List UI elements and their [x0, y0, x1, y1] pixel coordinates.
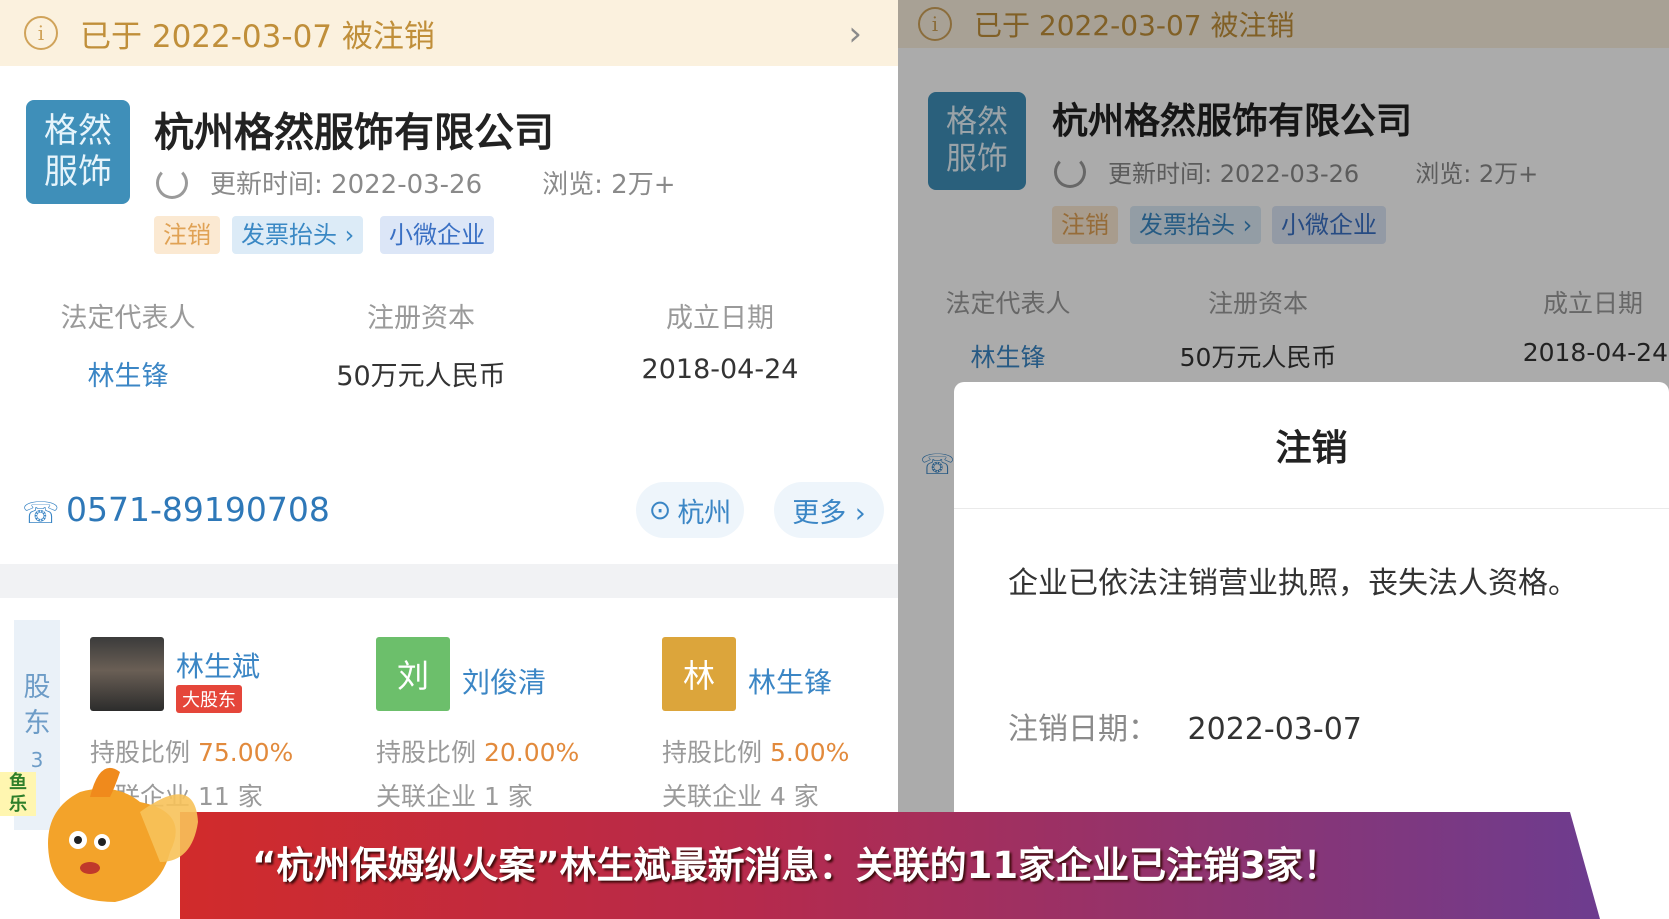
channel-logo: 鱼 乐 [0, 772, 36, 816]
founded-value: 2018-04-24 [641, 354, 799, 385]
capital-label: 注册资本 [367, 303, 475, 334]
right-screen: i 已于 2022-03-07 被注销 格然 服饰 杭州格然服饰有限公司 更新时… [898, 0, 1669, 919]
news-caption-text: “杭州保姆纵火案”林生斌最新消息：关联的11家企业已注销3家！ [252, 844, 1340, 887]
update-time: 更新时间: 2022-03-26 [210, 170, 483, 200]
info-icon: i [24, 16, 58, 50]
phone-icon: ☏ [22, 496, 60, 531]
shareholder-card[interactable]: 刘 刘俊清 持股比例 20.00% 关联企业 1 家 [366, 615, 626, 825]
contact-row: ☏ 0571-89190708 ⊙ 杭州 更多 › [0, 460, 898, 564]
city-button[interactable]: ⊙ 杭州 [636, 482, 744, 538]
city-label: 杭州 [677, 497, 732, 529]
update-meta: 更新时间: 2022-03-26 浏览: 2万+ [156, 164, 675, 201]
refresh-icon[interactable] [156, 166, 188, 199]
side-label-2: 东 [23, 708, 51, 739]
tag-invoice-title[interactable]: 发票抬头 › [232, 216, 364, 254]
channel-logo-line-1: 鱼 [9, 772, 27, 793]
phone-number[interactable]: 0571-89190708 [66, 490, 330, 529]
logo-line-2: 服饰 [44, 152, 112, 192]
legal-rep-label: 法定代表人 [60, 303, 196, 334]
dialog-body: 企业已依法注销营业执照，丧失法人资格。 [1008, 566, 1578, 601]
tag-cancelled: 注销 [154, 216, 220, 254]
logo-line-1: 格然 [44, 111, 112, 152]
legal-rep-value[interactable]: 林生锋 [38, 354, 218, 393]
view-count: 浏览: 2万+ [542, 170, 676, 200]
chevron-right-icon: › [848, 14, 862, 54]
shareholder-name[interactable]: 林生斌 [176, 645, 260, 685]
section-divider [0, 564, 898, 598]
share-ratio: 持股比例 5.00% [662, 738, 850, 767]
related-companies: 关联企业 4 家 [662, 782, 819, 811]
founded-label: 成立日期 [666, 303, 774, 334]
capital-value: 50万元人民币 [336, 361, 506, 392]
shareholder-name[interactable]: 刘俊清 [462, 661, 546, 701]
major-shareholder-badge: 大股东 [176, 685, 242, 713]
related-companies: 关联企业 1 家 [376, 782, 533, 811]
side-label-1: 股 [23, 672, 51, 703]
company-name: 杭州格然服饰有限公司 [154, 110, 554, 156]
cancellation-date-value: 2022-03-07 [1187, 712, 1362, 747]
location-pin-icon: ⊙ [648, 494, 672, 526]
shareholder-avatar: 刘 [376, 637, 450, 711]
tag-small-enterprise: 小微企业 [380, 216, 494, 254]
cancelled-notice-bar[interactable]: i 已于 2022-03-07 被注销 › [0, 0, 898, 66]
notice-text: 已于 2022-03-07 被注销 [80, 18, 435, 55]
dialog-title: 注销 [954, 382, 1669, 509]
shareholder-card[interactable]: 林 林生锋 持股比例 5.00% 关联企业 4 家 [652, 615, 898, 825]
shareholder-name[interactable]: 林生锋 [748, 661, 832, 701]
company-logo: 格然 服饰 [26, 100, 130, 204]
shareholder-avatar-photo [90, 637, 164, 711]
cancellation-date-row: 注销日期： 2022-03-07 [1008, 704, 1362, 748]
goldfish-mascot-icon [48, 767, 198, 902]
share-ratio: 持股比例 20.00% [376, 738, 580, 767]
cancellation-date-label: 注销日期： [1008, 712, 1158, 747]
shareholder-avatar: 林 [662, 637, 736, 711]
channel-logo-line-2: 乐 [9, 794, 27, 815]
more-button[interactable]: 更多 › [774, 482, 884, 538]
